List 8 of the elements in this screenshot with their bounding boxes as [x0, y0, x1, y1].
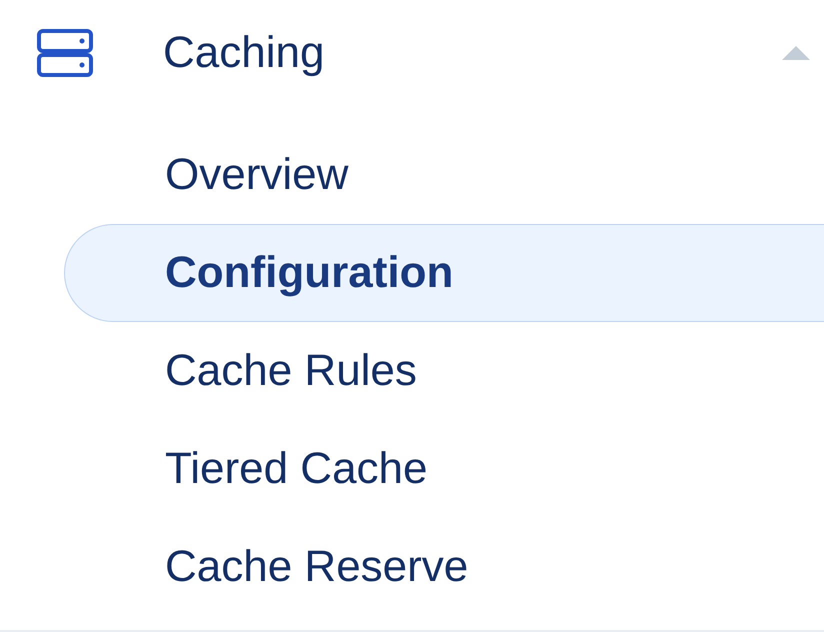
nav-item[interactable]: Overview — [64, 126, 824, 224]
nav-item[interactable]: Configuration — [64, 224, 824, 322]
nav-item[interactable]: Tiered Cache — [64, 420, 824, 518]
nav-item[interactable]: Cache Reserve — [64, 518, 824, 616]
nav-item[interactable]: Cache Rules — [64, 322, 824, 420]
caching-section-header[interactable]: Caching — [0, 0, 824, 106]
section-title: Caching — [163, 28, 326, 78]
server-icon — [37, 28, 93, 78]
